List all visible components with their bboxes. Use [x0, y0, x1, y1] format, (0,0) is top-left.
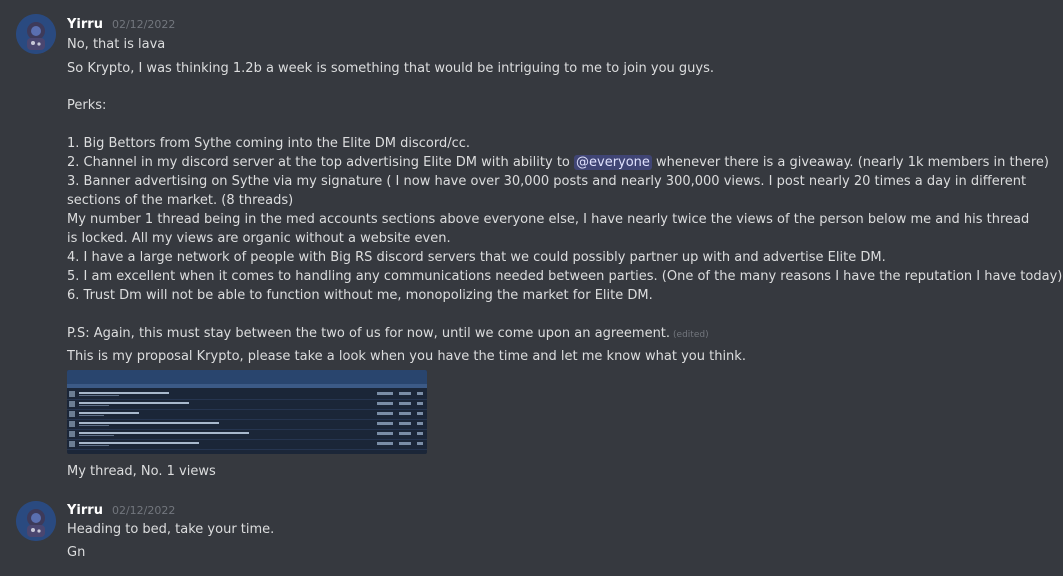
user-avatar[interactable] [16, 501, 56, 541]
timestamp: 02/12/2022 [111, 504, 176, 517]
chat-messages: Yirru 02/12/2022 No, that is lava So Kry… [0, 0, 1063, 576]
message-line: Heading to bed, take your time. [67, 522, 275, 537]
username[interactable]: Yirru [67, 503, 103, 518]
message-header: Yirru 02/12/2022 [67, 503, 175, 518]
astronaut-avatar-icon [16, 501, 56, 541]
message-line: Gn [67, 545, 86, 560]
message-group: Yirru 02/12/2022 Heading to bed, take yo… [0, 0, 1063, 576]
